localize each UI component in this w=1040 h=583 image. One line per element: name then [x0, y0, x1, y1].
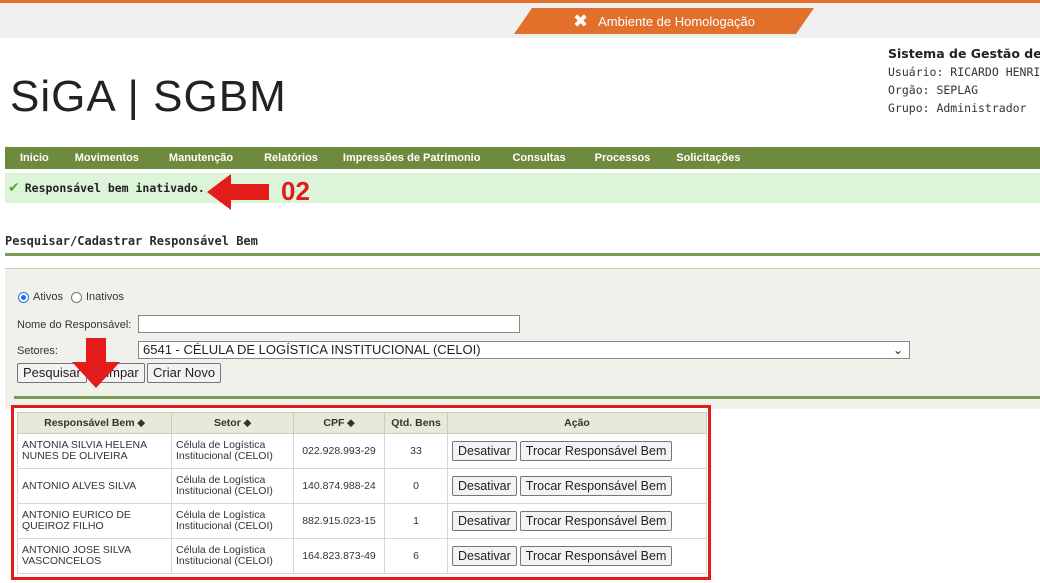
menu-item-impressoes[interactable]: Impressões de Patrimonio	[343, 152, 481, 164]
main-menu: Inicio Movimentos Manutenção Relatórios …	[5, 147, 1040, 169]
trocar-responsavel-button[interactable]: Trocar Responsável Bem	[519, 441, 673, 461]
annotation-step-number: 02	[281, 176, 310, 206]
app-logo: SiGA | SGBM	[10, 72, 287, 121]
success-message: ✔ Responsável bem inativado.	[5, 173, 1040, 203]
environment-label: Ambiente de Homologação	[598, 13, 755, 29]
radio-inativos[interactable]	[70, 291, 82, 303]
environment-bar: ✖ Ambiente de Homologação	[0, 0, 1040, 38]
cell-acao: Desativar Trocar Responsável Bem	[447, 433, 707, 469]
col-header-responsavel[interactable]: Responsável Bem ⬥	[17, 412, 172, 434]
cell-setor: Célula de Logística Institucional (CELOI…	[171, 433, 294, 469]
annotation-down-arrow-icon	[72, 338, 120, 388]
cell-acao: Desativar Trocar Responsável Bem	[447, 503, 707, 539]
radio-inativos-label: Inativos	[85, 291, 124, 303]
system-title: Sistema de Gestão de A	[888, 46, 1040, 61]
nome-label: Nome do Responsável:	[17, 319, 132, 331]
cell-responsavel: ANTONIO JOSE SILVA VASCONCELOS	[17, 538, 172, 574]
chevron-down-icon: ⌄	[892, 343, 903, 357]
trocar-responsavel-button[interactable]: Trocar Responsável Bem	[519, 476, 673, 496]
cell-setor: Célula de Logística Institucional (CELOI…	[171, 468, 294, 504]
trocar-responsavel-button[interactable]: Trocar Responsável Bem	[519, 511, 673, 531]
check-icon: ✔	[8, 180, 20, 196]
table-header-row: Responsável Bem ⬥ Setor ⬥ CPF ⬥ Qtd. Ben…	[17, 412, 707, 434]
trocar-responsavel-button[interactable]: Trocar Responsável Bem	[519, 546, 673, 566]
col-header-qtd: Qtd. Bens	[384, 412, 448, 434]
cell-responsavel: ANTONIA SILVIA HELENA NUNES DE OLIVEIRA	[17, 433, 172, 469]
desativar-button[interactable]: Desativar	[452, 546, 517, 566]
setores-label: Setores:	[17, 345, 58, 357]
cell-cpf: 882.915.023-15	[293, 503, 385, 539]
desativar-button[interactable]: Desativar	[452, 511, 517, 531]
cell-cpf: 140.874.988-24	[293, 468, 385, 504]
cell-acao: Desativar Trocar Responsável Bem	[447, 538, 707, 574]
menu-item-movimentos[interactable]: Movimentos	[75, 152, 139, 164]
menu-item-processos[interactable]: Processos	[595, 152, 651, 164]
nome-input[interactable]	[138, 315, 520, 333]
cell-cpf: 164.823.873-49	[293, 538, 385, 574]
col-header-acao: Ação	[447, 412, 707, 434]
setores-select[interactable]: 6541 - CÉLULA DE LOGÍSTICA INSTITUCIONAL…	[138, 341, 910, 359]
table-row: ANTONIO JOSE SILVA VASCONCELOS Célula de…	[17, 538, 707, 574]
environment-tab: ✖ Ambiente de Homologação	[514, 8, 814, 34]
success-message-text: Responsável bem inativado.	[24, 181, 205, 195]
organ-info: Orgão: SEPLAG	[888, 83, 979, 97]
cell-qtd: 33	[384, 433, 448, 469]
cell-qtd: 1	[384, 503, 448, 539]
cell-setor: Célula de Logística Institucional (CELOI…	[171, 538, 294, 574]
table-row: ANTONIA SILVIA HELENA NUNES DE OLIVEIRA …	[17, 433, 707, 469]
table-row: ANTONIO EURICO DE QUEIROZ FILHO Célula d…	[17, 503, 707, 539]
cell-responsavel: ANTONIO EURICO DE QUEIROZ FILHO	[17, 503, 172, 539]
col-header-setor[interactable]: Setor ⬥	[171, 412, 294, 434]
section-divider	[5, 253, 1040, 256]
results-table: Responsável Bem ⬥ Setor ⬥ CPF ⬥ Qtd. Ben…	[17, 412, 707, 574]
tools-icon: ✖	[573, 11, 589, 31]
radio-ativos-label: Ativos	[33, 291, 63, 303]
filter-panel: Ativos Inativos Nome do Responsável: Set…	[5, 268, 1040, 409]
group-info: Grupo: Administrador	[888, 101, 1027, 115]
grid-divider	[14, 396, 1040, 399]
cell-cpf: 022.928.993-29	[293, 433, 385, 469]
desativar-button[interactable]: Desativar	[452, 476, 517, 496]
table-row: ANTONIO ALVES SILVA Célula de Logística …	[17, 468, 707, 504]
annotation-left-arrow-icon	[207, 174, 269, 210]
menu-item-consultas[interactable]: Consultas	[512, 152, 565, 164]
cell-qtd: 6	[384, 538, 448, 574]
cell-responsavel: ANTONIO ALVES SILVA	[17, 468, 172, 504]
desativar-button[interactable]: Desativar	[452, 441, 517, 461]
setores-selected-value: 6541 - CÉLULA DE LOGÍSTICA INSTITUCIONAL…	[143, 342, 481, 357]
user-info: Usuário: RICARDO HENRI	[888, 65, 1040, 79]
menu-item-manutencao[interactable]: Manutenção	[169, 152, 233, 164]
criar-novo-button[interactable]: Criar Novo	[147, 363, 222, 383]
cell-qtd: 0	[384, 468, 448, 504]
cell-acao: Desativar Trocar Responsável Bem	[447, 468, 707, 504]
menu-item-solicitacoes[interactable]: Solicitações	[676, 152, 740, 164]
cell-setor: Célula de Logística Institucional (CELOI…	[171, 503, 294, 539]
status-radio-group: Ativos Inativos	[18, 291, 124, 303]
page-title: Pesquisar/Cadastrar Responsável Bem	[5, 234, 258, 248]
menu-item-inicio[interactable]: Inicio	[20, 152, 49, 164]
col-header-cpf[interactable]: CPF ⬥	[293, 412, 385, 434]
radio-ativos[interactable]	[18, 291, 29, 303]
system-info: Sistema de Gestão de A Usuário: RICARDO …	[888, 45, 1040, 117]
results-highlight-box: Responsável Bem ⬥ Setor ⬥ CPF ⬥ Qtd. Ben…	[11, 405, 711, 580]
menu-item-relatorios[interactable]: Relatórios	[264, 152, 318, 164]
